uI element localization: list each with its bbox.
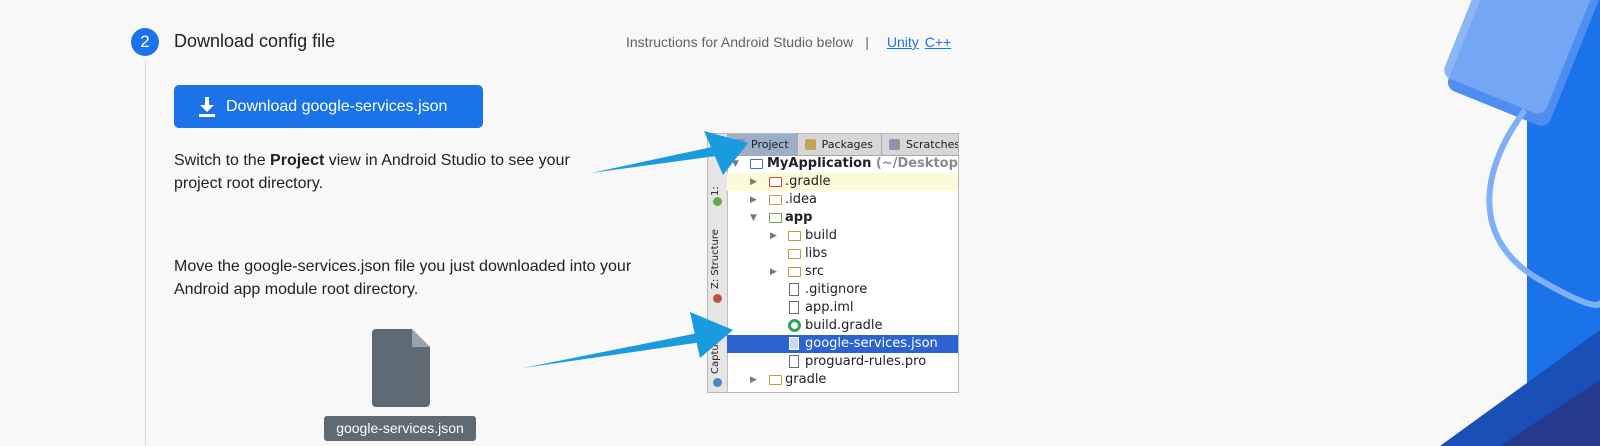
collapse-arrow-icon: ▶ (770, 231, 777, 241)
download-config-button[interactable]: Download google-services.json (174, 85, 483, 128)
tab-packages[interactable]: Packages (798, 134, 882, 155)
tree-item-gradle-dir[interactable]: ▶ .gradle (727, 173, 958, 191)
tree-item-build[interactable]: ▶ build (727, 227, 958, 245)
scratches-tab-icon (888, 139, 900, 150)
file-name-label: google-services.json (324, 416, 476, 441)
tree-item-myapplication[interactable]: ▼ MyApplication (~/Desktop/My (727, 155, 958, 173)
project-view-tabs: Project Packages Scratches (727, 134, 958, 156)
android-icon (713, 197, 722, 206)
tree-item-idea[interactable]: ▶ .idea (727, 191, 958, 209)
unity-link[interactable]: Unity (887, 34, 919, 50)
folder-icon (788, 267, 801, 277)
folder-icon (769, 177, 782, 187)
expand-arrow-icon: ▼ (732, 159, 739, 169)
json-icon (789, 337, 799, 350)
project-tree: ▼ MyApplication (~/Desktop/My ▶ .gradle … (727, 155, 958, 392)
side-label-captures[interactable]: Captures (710, 329, 721, 374)
move-file-instruction: Move the google-services.json file you j… (174, 258, 632, 298)
tab-project[interactable]: Project (727, 134, 798, 155)
collapse-arrow-icon: ▶ (750, 375, 757, 385)
side-label-structure[interactable]: Z: Structure (710, 229, 721, 289)
tree-item-gradle[interactable]: ▶ gradle (727, 371, 958, 389)
project-tab-icon (734, 139, 745, 150)
json-file-icon (372, 329, 430, 407)
packages-tab-icon (804, 139, 816, 150)
switch-project-instruction: Switch to the Project view in Android St… (174, 149, 574, 195)
tree-item-proguard[interactable]: proguard-rules.pro (727, 353, 958, 371)
step-number-badge: 2 (131, 28, 159, 56)
tree-item-libs[interactable]: libs (727, 245, 958, 263)
download-button-label: Download google-services.json (226, 97, 448, 115)
step-divider-line (145, 62, 146, 446)
instructions-text: Instructions for Android Studio below (626, 34, 854, 50)
instructions-separator: | (865, 34, 869, 50)
folder-icon (788, 249, 801, 259)
download-icon (199, 96, 215, 117)
instruction-text-before: Switch to the (174, 152, 271, 169)
expand-arrow-icon: ▼ (750, 213, 757, 223)
step-title: Download config file (174, 31, 336, 51)
captures-icon (713, 294, 722, 303)
folder-icon (769, 195, 782, 205)
collapse-arrow-icon: ▶ (770, 267, 777, 277)
instructions-bar: Instructions for Android Studio below | Un… (626, 34, 951, 50)
tab-scratches[interactable]: Scratches (882, 134, 958, 155)
help-icon (713, 378, 722, 387)
instruction-project-bold: Project (270, 152, 325, 169)
tree-item-src[interactable]: ▶ src (727, 263, 958, 281)
arrow-to-json-file (523, 312, 733, 368)
tree-item-app[interactable]: ▼ app (727, 209, 958, 227)
file-icon (789, 283, 799, 296)
file-icon (789, 301, 799, 314)
collapse-arrow-icon: ▶ (750, 195, 757, 205)
tree-item-google-services-json[interactable]: google-services.json (727, 335, 958, 353)
android-studio-project-panel: 1: Z: Structure Captures Project Package… (707, 133, 959, 393)
folder-icon (769, 375, 782, 385)
tree-item-gitignore[interactable]: .gitignore (727, 281, 958, 299)
tool-window-sidebar: 1: Z: Structure Captures (708, 134, 728, 392)
module-folder-icon (750, 159, 763, 169)
collapse-arrow-icon: ▶ (750, 177, 757, 187)
tree-item-build-gradle[interactable]: build.gradle (727, 317, 958, 335)
module-folder-icon (769, 213, 782, 223)
file-icon (789, 355, 799, 368)
cpp-link[interactable]: C++ (925, 34, 951, 50)
tree-item-app-iml[interactable]: app.iml (727, 299, 958, 317)
side-label-project[interactable]: 1: (710, 186, 721, 196)
folder-icon (788, 231, 801, 241)
gradle-icon (788, 319, 801, 332)
